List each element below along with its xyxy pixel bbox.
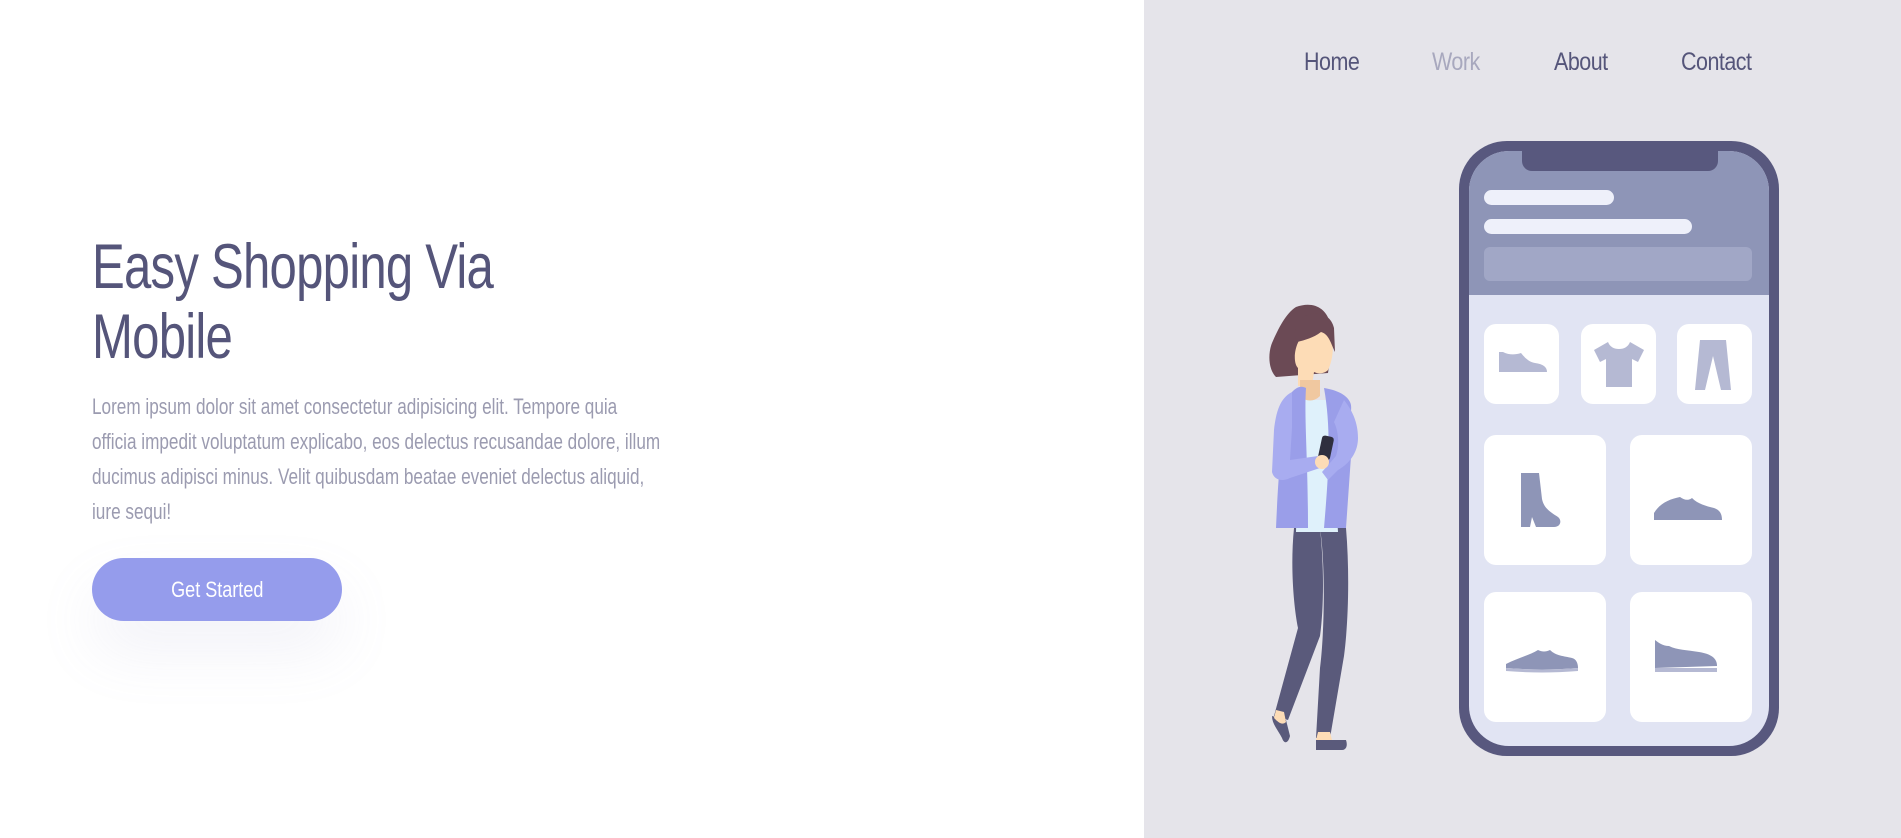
hero-section: Easy Shopping Via Mobile Lorem ipsum dol… — [0, 0, 1144, 838]
phone-illustration — [1459, 141, 1779, 756]
get-started-label: Get Started — [170, 576, 264, 602]
landing-page: Easy Shopping Via Mobile Lorem ipsum dol… — [0, 0, 1901, 838]
product-card[interactable] — [1677, 324, 1752, 404]
get-started-button[interactable]: Get Started — [92, 558, 342, 621]
shopping-illustration — [1269, 141, 1779, 756]
hero-title-line-2: Mobile — [92, 302, 233, 372]
hero-title: Easy Shopping Via Mobile — [92, 232, 498, 372]
woman-illustration — [1269, 304, 1358, 750]
product-card[interactable] — [1484, 435, 1606, 565]
hero-title-line-1: Easy Shopping Via — [92, 232, 494, 302]
hero-description: Lorem ipsum dolor sit amet consectetur a… — [92, 394, 661, 524]
illustration-panel: Home Work About Contact — [1144, 0, 1901, 838]
